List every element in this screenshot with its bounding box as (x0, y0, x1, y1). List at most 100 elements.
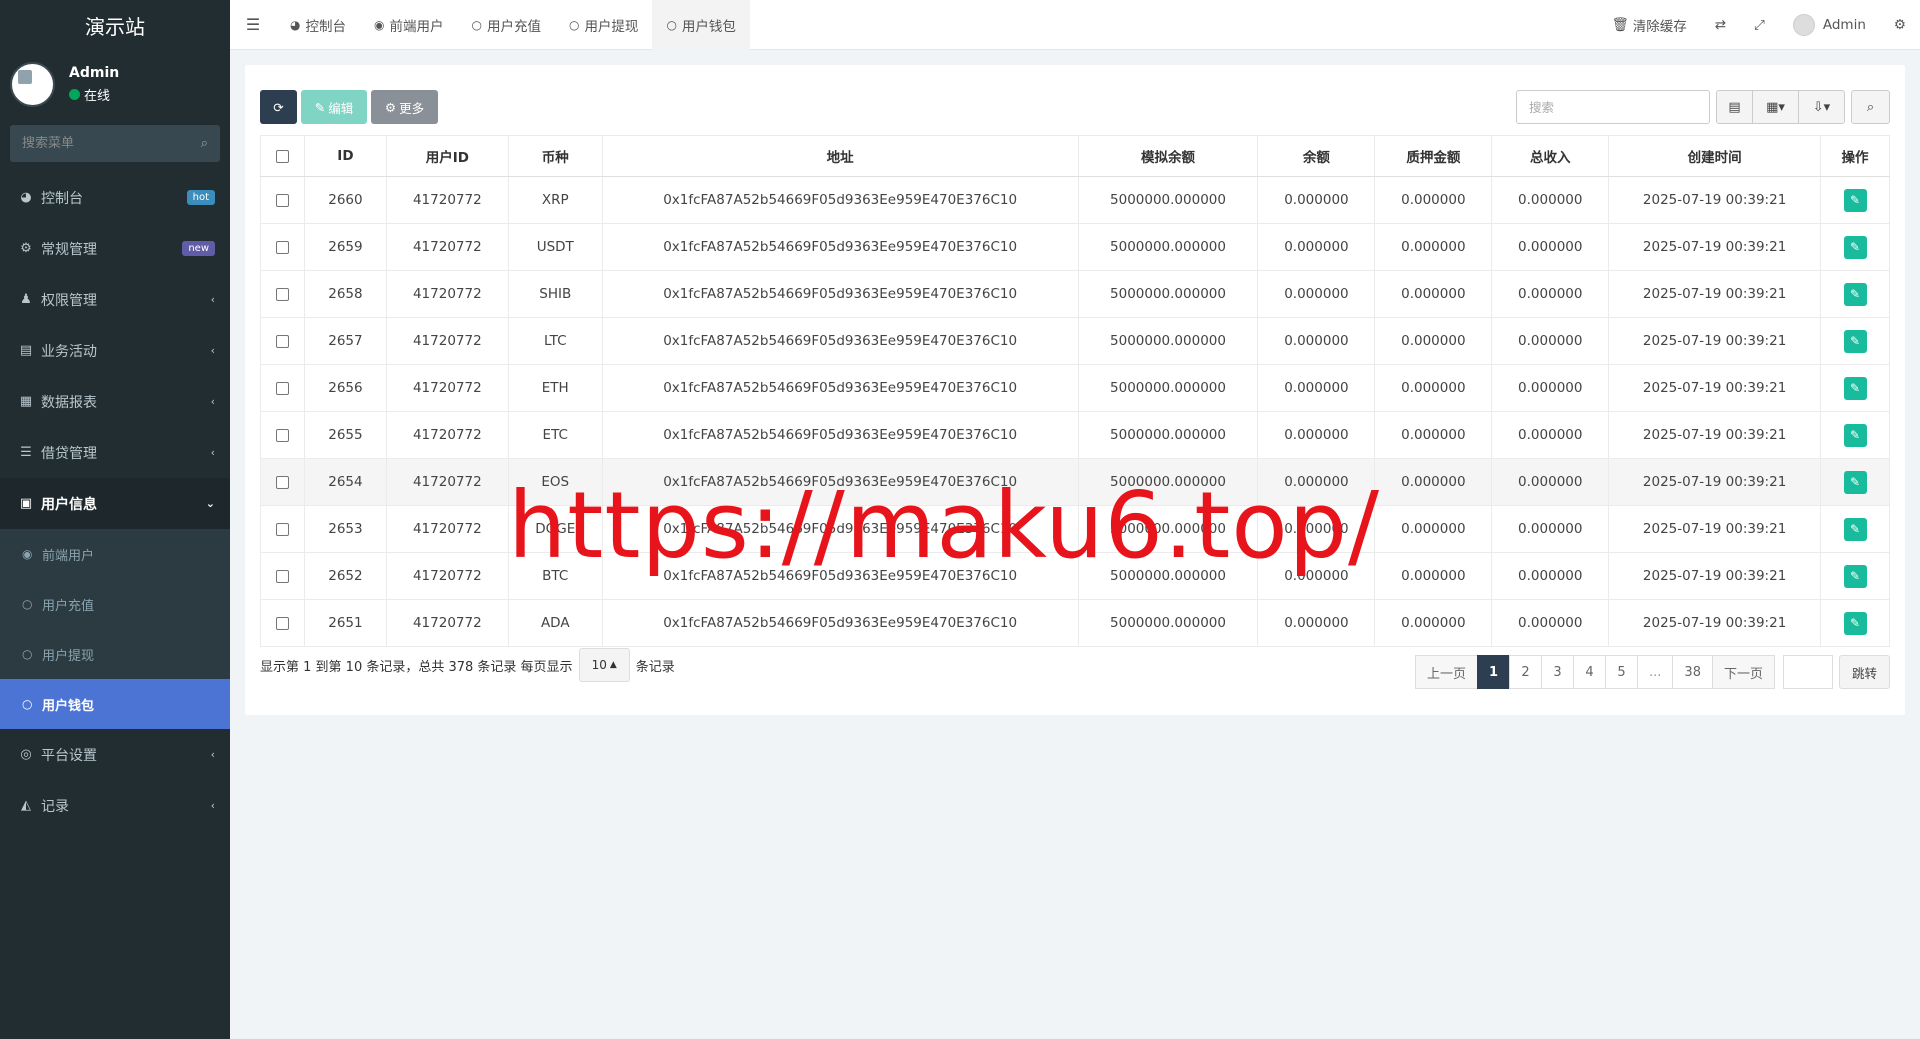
tab-label: 用户钱包 (681, 18, 736, 35)
tab-recharge[interactable]: ○ 用户充值 (457, 0, 554, 50)
search-toggle-button[interactable]: ⌕ (1851, 90, 1890, 124)
row-checkbox[interactable] (275, 475, 289, 489)
next-page-button[interactable]: 下一页 (1711, 655, 1775, 689)
table-search-input[interactable] (1516, 90, 1710, 124)
edit-row-button[interactable]: ✎ (1843, 423, 1867, 447)
tab-withdraw[interactable]: ○ 用户提现 (555, 0, 652, 50)
cell-address: 0x1fcFA87A52b54669F05d9363Ee959E470E376C… (602, 411, 1079, 459)
clear-cache-button[interactable]: 🗑 清除缓存 (1598, 15, 1701, 35)
sidebar-item-label: 用户充值 (42, 598, 95, 614)
sidebar-item-loans[interactable]: ☰ 借贷管理 ‹ (0, 427, 230, 478)
top-header: ☰ ◕ 控制台 ◉ 前端用户 ○ 用户充值 ○ 用户提现 ○ 用户钱包 🗑 清除… (230, 0, 1920, 50)
sidebar-item-permissions[interactable]: ♟ 权限管理 ‹ (0, 274, 230, 325)
edit-row-button[interactable]: ✎ (1843, 282, 1867, 306)
menu-toggle-icon[interactable]: ☰ (230, 15, 276, 34)
sidebar-item-general[interactable]: ⚙ 常规管理 new (0, 223, 230, 274)
settings-button[interactable]: ⚙ (1880, 17, 1920, 33)
pager-suffix: 条记录 (635, 659, 675, 675)
cell-sim-balance: 5000000.000000 (1078, 552, 1259, 600)
sidebar-item-dashboard[interactable]: ◕ 控制台 hot (0, 172, 230, 223)
page-button[interactable]: 3 (1541, 655, 1575, 689)
row-checkbox[interactable] (275, 616, 289, 630)
col-user-id[interactable]: 用户ID (386, 135, 509, 177)
tab-dashboard[interactable]: ◕ 控制台 (276, 0, 360, 50)
page-size-dropdown[interactable]: 10 ▲ (578, 648, 630, 682)
edit-row-button[interactable]: ✎ (1843, 329, 1867, 353)
sidebar-item-recharge[interactable]: ○ 用户充值 (0, 579, 230, 629)
sidebar-item-reports[interactable]: ▦ 数据报表 ‹ (0, 376, 230, 427)
tab-frontend-users[interactable]: ◉ 前端用户 (360, 0, 457, 50)
jump-button[interactable]: 跳转 (1838, 655, 1890, 689)
search-icon[interactable]: ⌕ (201, 136, 208, 151)
cell-created-at: 2025-07-19 00:39:21 (1608, 364, 1821, 412)
page-button[interactable]: 1 (1476, 655, 1511, 689)
col-address[interactable]: 地址 (602, 135, 1079, 177)
cell-currency: XRP (508, 176, 603, 224)
row-checkbox[interactable] (275, 240, 289, 254)
sidebar-item-frontend-users[interactable]: ◉ 前端用户 (0, 529, 230, 579)
tab-wallet[interactable]: ○ 用户钱包 (652, 0, 750, 50)
page-button[interactable]: 5 (1605, 655, 1639, 689)
user-name: Admin (69, 64, 120, 81)
page-button[interactable]: 2 (1509, 655, 1543, 689)
chevron-left-icon: ‹ (210, 748, 215, 761)
edit-row-button[interactable]: ✎ (1843, 564, 1867, 588)
sidebar-item-business[interactable]: ▤ 业务活动 ‹ (0, 325, 230, 376)
edit-row-button[interactable]: ✎ (1843, 611, 1867, 635)
admin-menu[interactable]: Admin (1779, 13, 1880, 36)
chevron-left-icon: ‹ (210, 293, 215, 306)
wallet-table: ID 用户ID 币种 地址 模拟余额 余额 质押金额 总收入 创建时间 操作 2… (260, 135, 1890, 647)
columns-dropdown-button[interactable]: ▦▾ (1752, 90, 1799, 124)
sidebar-item-wallet[interactable]: ○ 用户钱包 (0, 679, 230, 729)
sidebar-search: ⌕ (10, 125, 220, 162)
cell-user-id: 41720772 (386, 364, 509, 412)
more-button[interactable]: ⚙ 更多 (371, 90, 438, 124)
select-cell (260, 364, 305, 412)
select-all-checkbox[interactable] (275, 149, 289, 163)
export-dropdown-button[interactable]: ⇩▾ (1798, 90, 1845, 124)
col-balance[interactable]: 余额 (1257, 135, 1376, 177)
edit-button[interactable]: ✎ 编辑 (301, 90, 367, 124)
sidebar-item-user-info[interactable]: ▣ 用户信息 ⌄ (0, 478, 230, 529)
edit-row-button[interactable]: ✎ (1843, 188, 1867, 212)
row-checkbox[interactable] (275, 193, 289, 207)
pencil-icon: ✎ (1849, 428, 1861, 442)
sidebar-search-input[interactable] (22, 136, 172, 151)
cell-created-at: 2025-07-19 00:39:21 (1608, 599, 1821, 647)
refresh-button[interactable]: ⟳ (260, 90, 297, 124)
row-checkbox[interactable] (275, 428, 289, 442)
edit-row-button[interactable]: ✎ (1843, 235, 1867, 259)
col-sim-balance[interactable]: 模拟余额 (1078, 135, 1259, 177)
language-icon: ⇄ (1714, 16, 1727, 33)
col-staked[interactable]: 质押金额 (1374, 135, 1493, 177)
actions-cell: ✎ (1820, 317, 1890, 365)
brand-logo[interactable]: 演示站 (0, 0, 230, 50)
col-created-at[interactable]: 创建时间 (1608, 135, 1821, 177)
row-checkbox[interactable] (275, 287, 289, 301)
jump-page-input[interactable] (1782, 655, 1833, 689)
row-checkbox[interactable] (275, 522, 289, 536)
language-button[interactable]: ⇄ (1701, 17, 1740, 33)
row-checkbox[interactable] (275, 334, 289, 348)
page-button[interactable]: 4 (1573, 655, 1607, 689)
fullscreen-button[interactable]: ⤢ (1740, 17, 1779, 33)
toggle-card-view-button[interactable]: ▤ (1716, 90, 1753, 124)
row-checkbox[interactable] (275, 569, 289, 583)
cell-id: 2658 (304, 270, 387, 318)
edit-row-button[interactable]: ✎ (1843, 517, 1867, 541)
prev-page-button[interactable]: 上一页 (1414, 655, 1478, 689)
sidebar-item-withdraw[interactable]: ○ 用户提现 (0, 629, 230, 679)
col-id[interactable]: ID (304, 135, 387, 177)
sidebar-item-records[interactable]: ◭ 记录 ‹ (0, 780, 230, 831)
cell-created-at: 2025-07-19 00:39:21 (1608, 270, 1821, 318)
cell-balance: 0.000000 (1257, 317, 1376, 365)
cell-created-at: 2025-07-19 00:39:21 (1608, 552, 1821, 600)
sidebar-item-platform-settings[interactable]: ◎ 平台设置 ‹ (0, 729, 230, 780)
row-checkbox[interactable] (275, 381, 289, 395)
edit-row-button[interactable]: ✎ (1843, 376, 1867, 400)
page-button[interactable]: 38 (1672, 655, 1713, 689)
col-total-income[interactable]: 总收入 (1491, 135, 1610, 177)
circle-icon: ○ (471, 17, 482, 32)
edit-row-button[interactable]: ✎ (1843, 470, 1867, 494)
col-currency[interactable]: 币种 (508, 135, 603, 177)
